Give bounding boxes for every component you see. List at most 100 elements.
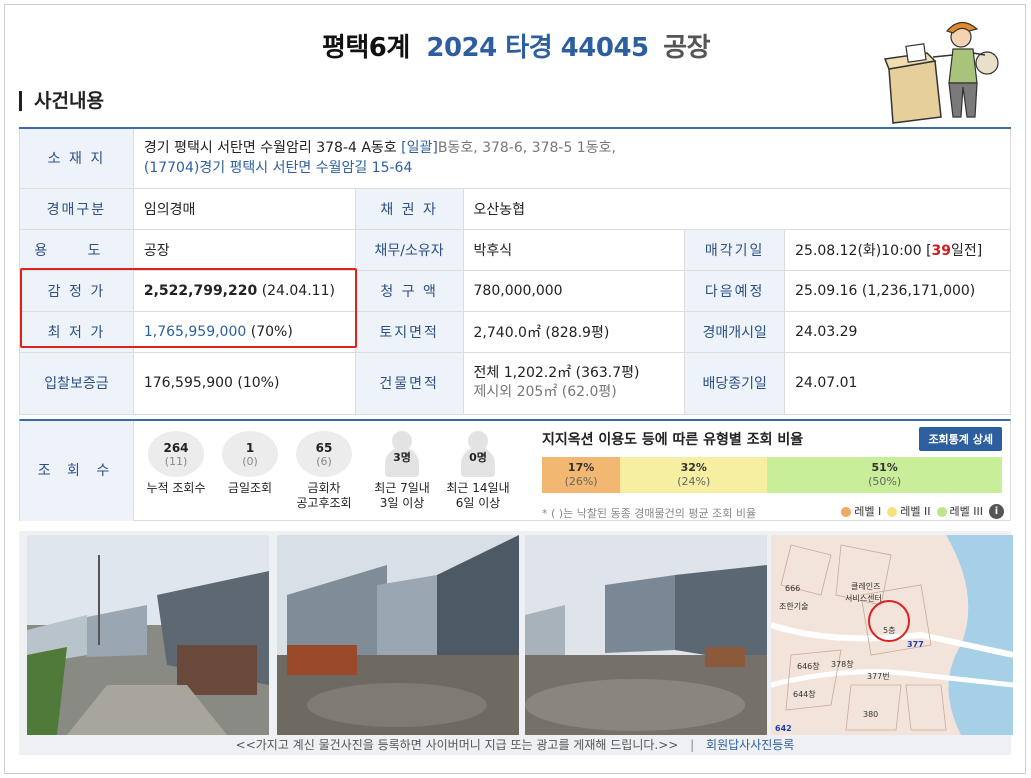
map-label: 서비스센터 xyxy=(845,593,882,603)
auction-type-label: 경매구분 xyxy=(19,187,134,230)
ratio-segment-level3: 51% (50%) xyxy=(767,457,1002,493)
photo-strip: 666 클레인즈 서비스센터 377 5층 조한기술 646창 378창 644… xyxy=(19,531,1013,753)
segment-avg: (26%) xyxy=(564,475,598,488)
photo-1[interactable] xyxy=(27,535,269,735)
location-map[interactable]: 666 클레인즈 서비스센터 377 5층 조한기술 646창 378창 644… xyxy=(771,535,1013,735)
location-label: 소 재 지 xyxy=(19,127,134,189)
stat-count: 65 xyxy=(315,440,333,455)
minimum-price-label: 최 저 가 xyxy=(19,310,134,353)
ratio-note: * ( )는 낙찰된 동종 경매물건의 평균 조회 비율 xyxy=(542,507,757,520)
section-title: 사건내용 xyxy=(19,91,104,111)
footer-text: <<가지고 계신 물건사진을 등록하면 사이버머니 지급 또는 광고를 게재해 … xyxy=(235,738,679,752)
dividend-date-label: 배당종기일 xyxy=(684,351,786,415)
building-area-label: 건물면적 xyxy=(354,351,464,415)
stat-caption: 최근 7일내 3일 이상 xyxy=(364,481,440,511)
stat-7days: 3명 최근 7일내 3일 이상 xyxy=(364,431,440,511)
legend-dot xyxy=(887,507,898,517)
map-label: 646창 xyxy=(797,662,820,671)
info-icon[interactable]: i xyxy=(989,503,1004,519)
stat-14days: 0명 최근 14일내 6일 이상 xyxy=(440,431,516,511)
appraisal-label: 감 정 가 xyxy=(19,269,134,312)
case-info-table: 소 재 지 경기 평택시 서탄면 수월암리 378-4 A동호 [일괄]B동호,… xyxy=(19,127,1012,415)
legend-level3: 레벨 III xyxy=(936,503,983,519)
appraisal-date: (24.04.11) xyxy=(261,282,335,299)
court-name: 평택6계 xyxy=(321,33,410,63)
map-label: 644창 xyxy=(793,690,816,699)
photo-2[interactable] xyxy=(277,535,519,735)
stat-sub: (11) xyxy=(164,454,188,468)
segment-avg: (24%) xyxy=(677,475,711,488)
sale-date-value: 25.08.12(화)10:00 [39일전] xyxy=(784,228,1011,271)
person-icon: 3명 xyxy=(379,431,425,477)
stat-caption-line1: 최근 14일내 xyxy=(446,481,510,495)
stat-caption-line2: 6일 이상 xyxy=(455,496,501,510)
register-photo-link[interactable]: 회원답사사진등록 xyxy=(706,738,794,752)
segment-avg: (50%) xyxy=(868,475,902,488)
appraisal-amount: 2,522,799,220 xyxy=(143,282,258,299)
bundle-tag[interactable]: [일괄] xyxy=(401,140,438,156)
stat-count: 3명 xyxy=(393,451,411,464)
deposit-value: 176,595,900 (10%) xyxy=(132,351,356,415)
view-stats: 조 회 수 264 (11) 누적 조회수 1 (0) 금일조회 65 (6) … xyxy=(19,419,1011,521)
stat-bubble: 65 (6) xyxy=(296,431,352,477)
appraisal-value: 2,522,799,220 (24.04.11) xyxy=(132,269,356,312)
owner-value: 박후식 xyxy=(462,228,686,271)
ratio-segment-level2: 32% (24%) xyxy=(620,457,768,493)
legend-label: 레벨 I xyxy=(854,505,882,518)
ratio-bar: 17% (26%) 32% (24%) 51% (50%) xyxy=(542,457,1002,493)
map-label: 조한기술 xyxy=(779,601,808,611)
map-label: 377번 xyxy=(867,672,890,681)
segment-pct: 17% xyxy=(567,461,595,474)
stat-count: 1 xyxy=(245,440,255,455)
mascot-illustration xyxy=(883,21,999,124)
bundle-items: B동호, 378-6, 378-5 1동호, xyxy=(437,140,616,157)
building-area-extra: 제시외 205㎡ (62.0평) xyxy=(473,384,617,400)
stat-count: 0명 xyxy=(469,451,487,464)
creditor-label: 채 권 자 xyxy=(354,187,464,230)
address-line1: 경기 평택시 서탄면 수월암리 378-4 A동호 xyxy=(143,140,397,157)
stat-count: 264 xyxy=(163,440,189,455)
stats-detail-button[interactable]: 조회통계 상세 xyxy=(919,427,1002,451)
legend-level2: 레벨 II xyxy=(887,503,931,519)
map-label: 378창 xyxy=(831,660,854,669)
minimum-price-amount: 1,765,959,000 xyxy=(143,323,247,340)
page: 평택6계 2024 타경 44045 공장 사건내용 소 재 지 경기 평택시 … xyxy=(4,4,1026,774)
map-label: 377 xyxy=(907,640,924,649)
views-label: 조 회 수 xyxy=(20,421,134,521)
building-area-value: 전체 1,202.2㎡ (363.7평) 제시외 205㎡ (62.0평) xyxy=(462,351,686,415)
person-icon: 0명 xyxy=(455,431,501,477)
next-sale-label: 다음예정 xyxy=(684,269,786,312)
stat-today: 1 (0) 금일조회 xyxy=(212,431,288,496)
owner-label: 채무/소유자 xyxy=(354,228,464,271)
sale-date-suffix: 일전] xyxy=(951,242,983,259)
legend-dot xyxy=(841,507,852,517)
claim-value: 780,000,000 xyxy=(462,269,686,312)
stat-caption-line2: 3일 이상 xyxy=(379,496,425,510)
photo-3[interactable] xyxy=(525,535,767,735)
segment-pct: 51% xyxy=(871,461,898,474)
start-date-label: 경매개시일 xyxy=(684,310,786,353)
stat-bubble: 264 (11) xyxy=(148,431,204,477)
auction-type-value: 임의경매 xyxy=(132,187,356,230)
legend-label: 레벨 III xyxy=(949,505,983,518)
usage-value: 공장 xyxy=(132,228,356,271)
case-number: 2024 타경 44045 xyxy=(426,33,649,63)
land-area-label: 토지면적 xyxy=(354,310,464,353)
usage-label: 용 도 xyxy=(19,228,134,271)
photo-register-footer: <<가지고 계신 물건사진을 등록하면 사이버머니 지급 또는 광고를 게재해 … xyxy=(19,735,1011,755)
stat-caption-line2: 공고후조회 xyxy=(296,496,352,510)
location-value: 경기 평택시 서탄면 수월암리 378-4 A동호 [일괄]B동호, 378-6… xyxy=(132,127,1012,189)
stat-sub: (6) xyxy=(316,454,332,468)
deposit-label: 입찰보증금 xyxy=(19,351,134,415)
ratio-legend: 레벨 I 레벨 II 레벨 III i xyxy=(841,503,1004,519)
stat-round: 65 (6) 금회차 공고후조회 xyxy=(286,431,362,511)
next-sale-value: 25.09.16 (1,236,171,000) xyxy=(784,269,1011,312)
road-address: (17704)경기 평택시 서탄면 수월암길 15-64 xyxy=(143,160,413,177)
footer-separator: | xyxy=(690,738,695,752)
dividend-date-value: 24.07.01 xyxy=(784,351,1011,415)
stat-caption-line1: 최근 7일내 xyxy=(374,481,430,495)
sale-date-label: 매각기일 xyxy=(684,228,786,271)
stat-caption: 금일조회 xyxy=(227,481,273,495)
view-ratio-panel: 지지옥션 이용도 등에 따른 유형별 조회 비율 조회통계 상세 17% (26… xyxy=(542,427,1004,520)
map-label: 642 xyxy=(775,724,792,733)
